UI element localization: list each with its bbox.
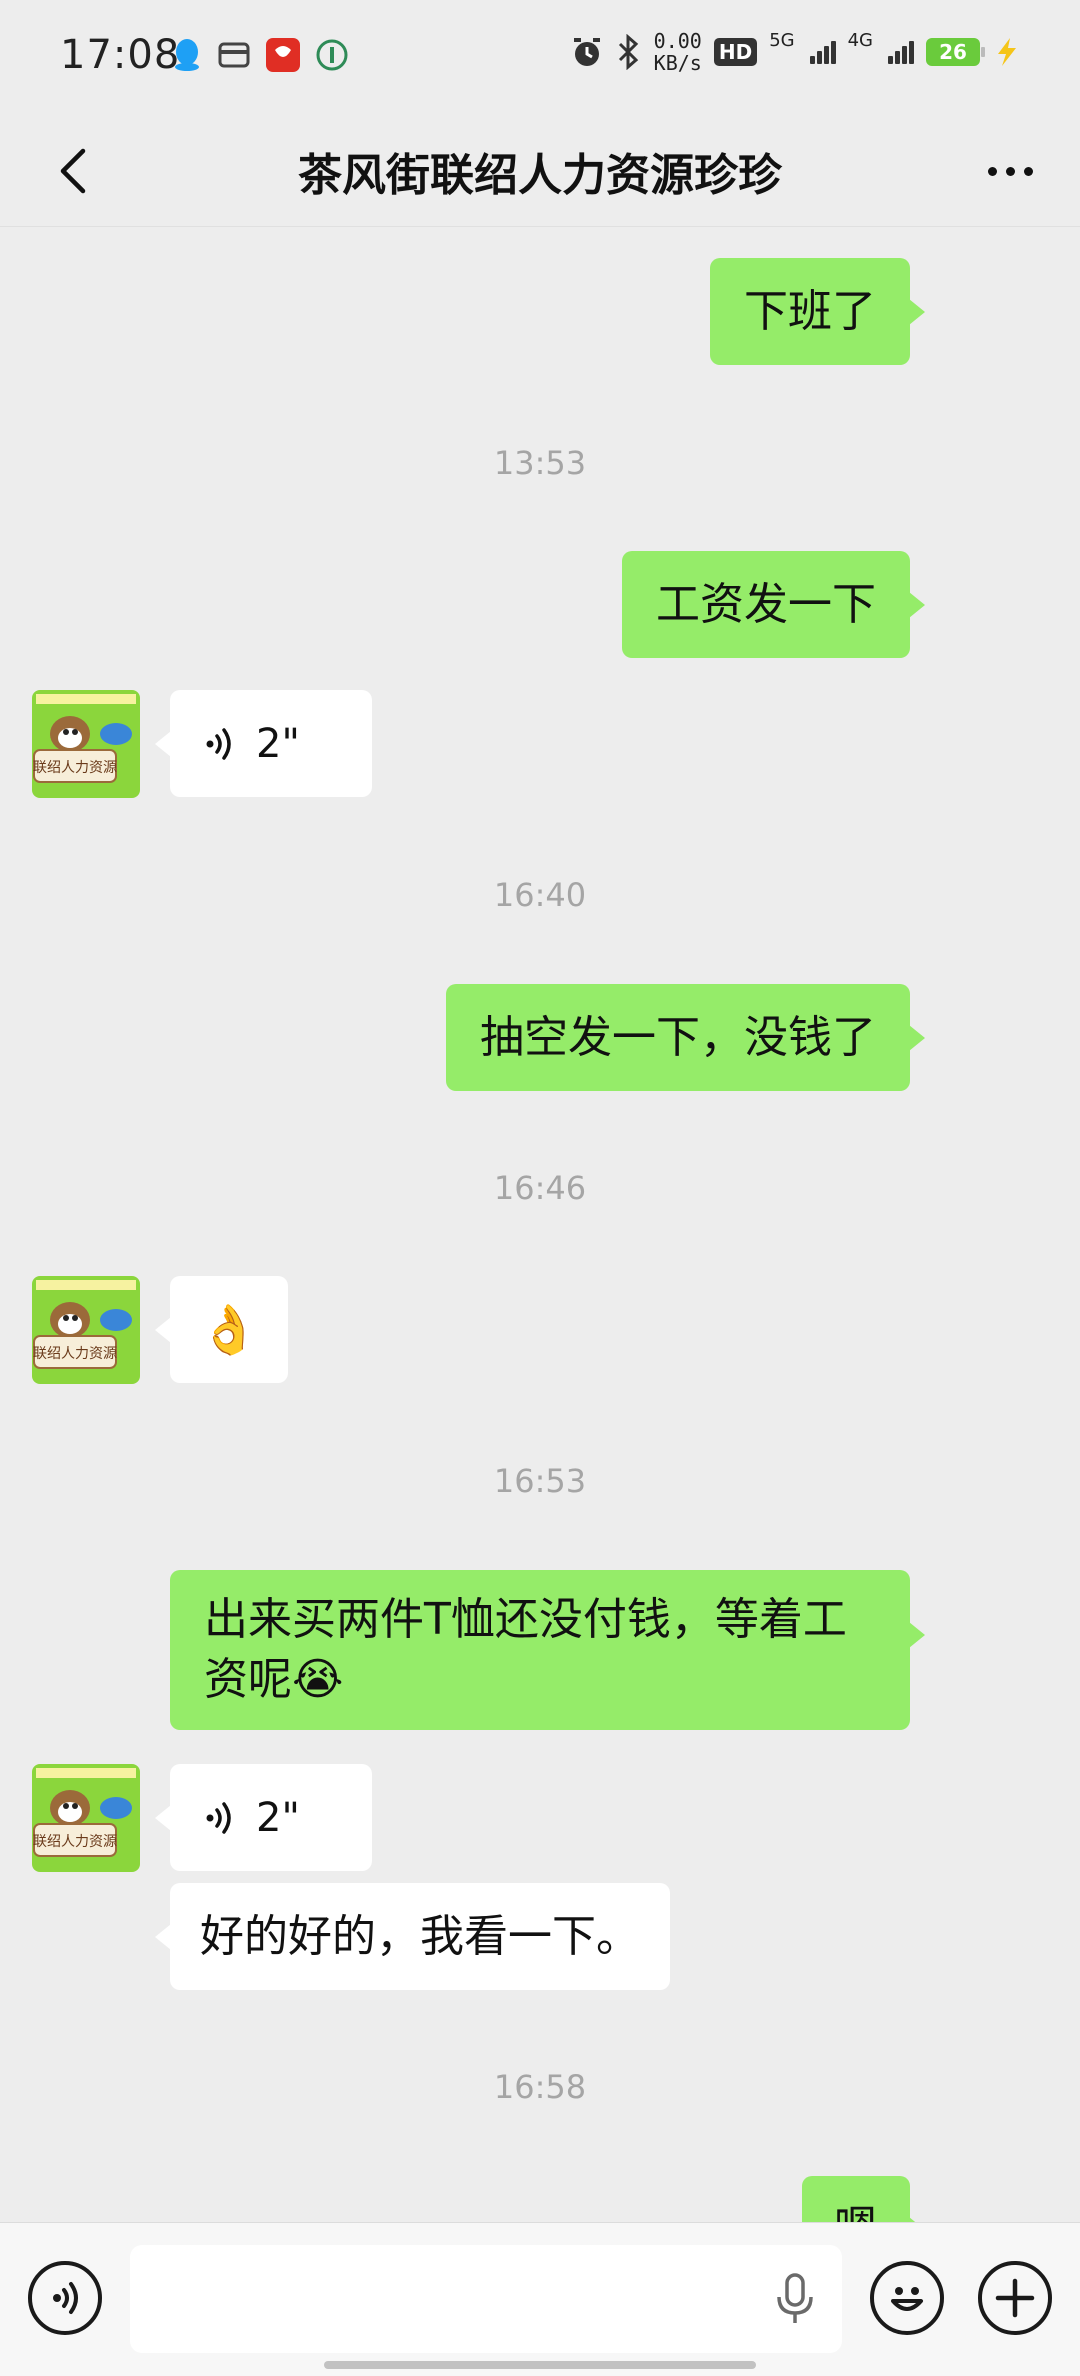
battery-icon: 26 (926, 38, 985, 66)
avatar[interactable]: 联绍人力资源 (32, 1276, 140, 1384)
message-bubble-sent[interactable]: 工资发一下 (622, 551, 910, 658)
avatar-caption: 联绍人力资源 (33, 760, 117, 776)
network-speed: 0.00 KB/s (654, 30, 702, 74)
timestamp: 16:58 (493, 2068, 587, 2106)
message-text-line: 资呢😭 (204, 1654, 344, 1705)
message-text: 下班了 (744, 285, 876, 337)
status-bar: 17:08 0.00 KB/s HD 5G 4G 26 (0, 0, 1080, 115)
battery-level: 26 (939, 40, 967, 64)
avatar[interactable]: 联绍人力资源 (32, 1764, 140, 1872)
message-bubble-sent[interactable]: 下班了 (710, 258, 910, 365)
sim1-signal-icon (809, 40, 836, 64)
message-list[interactable]: 下班了 13:53 工资发一下 联绍人力资源 2" 16:40 抽空发一下，没钱… (0, 228, 1080, 2222)
voice-message-bubble[interactable]: 2" (170, 690, 372, 797)
ok-hand-emoji: 👌 (199, 1301, 259, 1358)
message-input[interactable] (130, 2245, 842, 2353)
avatar-image: 联绍人力资源 (32, 1276, 140, 1384)
chat-header: 茶风街联绍人力资源珍珍 (0, 115, 1080, 227)
avatar-image: 联绍人力资源 (32, 1764, 140, 1872)
page-title: 茶风街联绍人力资源珍珍 (298, 150, 782, 201)
timestamp: 16:46 (493, 1169, 587, 1207)
voice-wave-icon (206, 727, 231, 760)
message-text: 抽空发一下，没钱了 (480, 1011, 876, 1063)
bank-app-icon (316, 39, 348, 71)
more-dot (1005, 166, 1015, 176)
smiley-icon (891, 2287, 923, 2311)
avatar[interactable]: 联绍人力资源 (32, 690, 140, 798)
message-bubble-sent[interactable]: 出来买两件T恤还没付钱，等着工 资呢😭 (170, 1570, 925, 1730)
notification-icons (172, 38, 348, 72)
voice-duration: 2" (256, 1794, 300, 1841)
message-bubble-sent[interactable]: 嗯 (802, 2176, 910, 2222)
emoji-message-bubble[interactable]: 👌 (170, 1276, 288, 1383)
more-dot (1023, 166, 1033, 176)
charging-icon (998, 38, 1016, 66)
voice-wave-icon (53, 2282, 78, 2314)
bluetooth-icon (618, 34, 638, 70)
message-text: 嗯 (834, 2198, 878, 2222)
message-text: 好的好的，我看一下。 (200, 1910, 640, 1962)
input-bar (0, 2222, 1080, 2376)
sim2-signal-icon (888, 40, 914, 64)
voice-duration: 2" (256, 720, 300, 767)
net-speed-unit: KB/s (653, 51, 702, 75)
microphone-icon[interactable] (770, 2273, 820, 2325)
message-bubble-received[interactable]: 好的好的，我看一下。 (170, 1883, 670, 1990)
emoji-button[interactable] (870, 2261, 944, 2335)
avatar-caption: 联绍人力资源 (33, 1346, 117, 1362)
timestamp: 16:40 (493, 876, 587, 914)
avatar-caption: 联绍人力资源 (33, 1834, 117, 1850)
more-dot (987, 166, 997, 176)
home-indicator[interactable] (324, 2361, 756, 2369)
wallet-icon (218, 42, 250, 68)
voice-message-bubble[interactable]: 2" (170, 1764, 372, 1871)
hd-badge: HD (713, 38, 758, 66)
voice-input-button[interactable] (28, 2261, 102, 2335)
sim2-label: 4G (847, 30, 873, 51)
sim1-label: 5G (769, 30, 795, 51)
avatar-image: 联绍人力资源 (32, 690, 140, 798)
more-functions-button[interactable] (978, 2261, 1052, 2335)
timestamp: 13:53 (493, 444, 587, 482)
voice-wave-icon (206, 1801, 231, 1834)
status-right-icons: 0.00 KB/s HD 5G 4G 26 (570, 30, 1022, 74)
timestamp: 16:53 (493, 1462, 587, 1500)
message-text-line: 出来买两件T恤还没付钱，等着工 (204, 1594, 847, 1645)
plus-icon (995, 2278, 1035, 2318)
more-button[interactable] (974, 139, 1046, 203)
status-time: 17:08 (60, 32, 181, 78)
net-speed-value: 0.00 (653, 29, 702, 53)
shopping-app-icon (266, 38, 300, 72)
message-text: 工资发一下 (656, 578, 876, 630)
message-bubble-sent[interactable]: 抽空发一下，没钱了 (446, 984, 910, 1091)
qq-icon (175, 39, 199, 71)
alarm-icon (573, 38, 600, 66)
